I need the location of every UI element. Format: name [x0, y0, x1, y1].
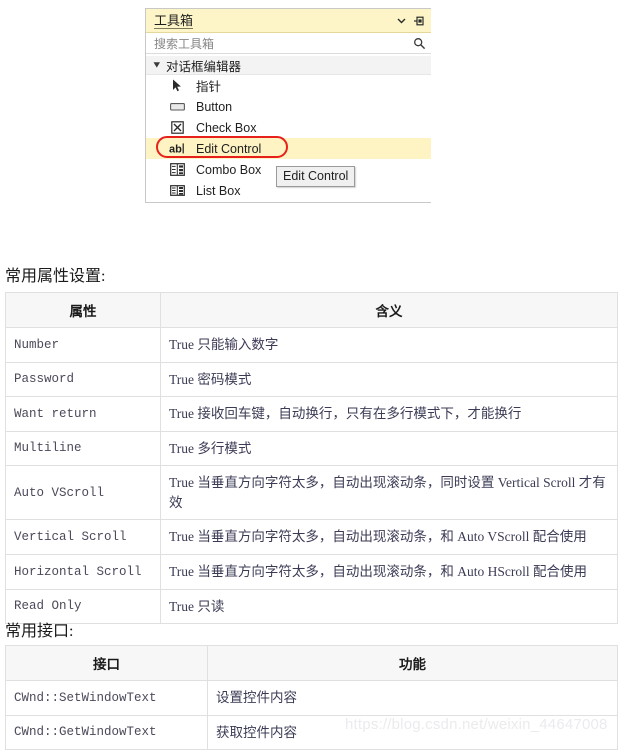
- property-meaning: True 只读: [160, 588, 618, 625]
- property-name: Horizontal Scroll: [5, 553, 161, 590]
- property-meaning: True 当垂直方向字符太多，自动出现滚动条，和 Auto VScroll 配合…: [160, 519, 618, 555]
- property-meaning: True 接收回车键，自动换行，只有在多行模式下，才能换行: [160, 396, 618, 432]
- triangle-down-icon[interactable]: [152, 60, 162, 70]
- column-header-function: 功能: [207, 645, 618, 681]
- property-name: Password: [5, 361, 161, 398]
- tree-group-dialog-editor[interactable]: 对话框编辑器: [146, 56, 431, 75]
- table-row: Auto VScroll True 当垂直方向字符太多，自动出现滚动条，同时设置…: [5, 465, 618, 521]
- property-meaning: True 多行模式: [160, 430, 618, 467]
- table-row: Password True 密码模式: [5, 361, 618, 398]
- page-title-interfaces: 常用接口:: [5, 623, 74, 640]
- property-name: Vertical Scroll: [5, 519, 161, 555]
- table-row: Read Only True 只读: [5, 588, 618, 625]
- table-row: Vertical Scroll True 当垂直方向字符太多，自动出现滚动条，和…: [5, 519, 618, 555]
- pin-icon[interactable]: [411, 13, 427, 29]
- interface-function: 设置控件内容: [207, 680, 618, 716]
- toolbox-title: 工具箱: [154, 12, 194, 29]
- tooltip-edit-control: Edit Control: [276, 166, 356, 187]
- property-meaning: True 只能输入数字: [160, 327, 618, 363]
- search-icon[interactable]: [411, 35, 427, 51]
- checkbox-icon: [168, 120, 186, 136]
- table-row: Horizontal Scroll True 当垂直方向字符太多，自动出现滚动条…: [5, 553, 618, 590]
- svg-text:ab: ab: [169, 144, 182, 156]
- property-name: Auto VScroll: [5, 465, 161, 521]
- table-row: Want return True 接收回车键，自动换行，只有在多行模式下，才能换…: [5, 396, 618, 432]
- interface-table: 接口 功能 CWnd::SetWindowText 设置控件内容 CWnd::G…: [5, 645, 618, 750]
- property-meaning: True 密码模式: [160, 361, 618, 398]
- table-row: Number True 只能输入数字: [5, 327, 618, 363]
- column-header-meaning: 含义: [160, 292, 618, 328]
- combobox-icon: [168, 162, 186, 178]
- column-header-property: 属性: [5, 292, 161, 328]
- property-name: Multiline: [5, 430, 161, 467]
- toolbox-item-label: Button: [196, 99, 233, 114]
- tree-group-label: 对话框编辑器: [166, 59, 242, 74]
- toolbox-item-checkbox[interactable]: Check Box: [146, 117, 431, 138]
- toolbox-item-label: Edit Control: [196, 141, 262, 156]
- toolbox-item-pointer[interactable]: 指针: [146, 75, 431, 96]
- toolbox-titlebar: 工具箱: [146, 9, 431, 33]
- property-meaning: True 当垂直方向字符太多，自动出现滚动条，同时设置 Vertical Scr…: [160, 465, 618, 521]
- table-header-row: 接口 功能: [5, 645, 618, 681]
- chevron-down-icon[interactable]: [393, 13, 409, 29]
- table-header-row: 属性 含义: [5, 292, 618, 328]
- properties-table: 属性 含义 Number True 只能输入数字 Password True 密…: [5, 292, 618, 625]
- listbox-icon: [168, 183, 186, 199]
- search-input[interactable]: 搜索工具箱: [154, 35, 411, 52]
- property-name: Number: [5, 327, 161, 363]
- interface-name: CWnd::GetWindowText: [5, 714, 208, 750]
- toolbox-item-button[interactable]: Button: [146, 96, 431, 117]
- toolbox-item-label: List Box: [196, 183, 241, 198]
- table-row: CWnd::SetWindowText 设置控件内容: [5, 680, 618, 716]
- interface-name: CWnd::SetWindowText: [5, 680, 208, 716]
- column-header-interface: 接口: [5, 645, 208, 681]
- watermark: https://blog.csdn.net/weixin_44647008: [345, 716, 608, 733]
- edit-control-icon: ab: [168, 141, 186, 157]
- page-title-properties: 常用属性设置:: [5, 268, 106, 285]
- toolbox-item-edit-control[interactable]: ab Edit Control: [146, 136, 431, 159]
- toolbox-search-bar[interactable]: 搜索工具箱: [146, 33, 431, 54]
- toolbox-item-label: Combo Box: [196, 162, 262, 177]
- property-meaning: True 当垂直方向字符太多，自动出现滚动条，和 Auto HScroll 配合…: [160, 553, 618, 590]
- button-icon: [168, 99, 186, 115]
- pointer-icon: [168, 78, 186, 94]
- property-name: Want return: [5, 396, 161, 432]
- toolbox-item-label: Check Box: [196, 120, 257, 135]
- toolbox-item-label: 指针: [196, 80, 222, 94]
- table-row: Multiline True 多行模式: [5, 430, 618, 467]
